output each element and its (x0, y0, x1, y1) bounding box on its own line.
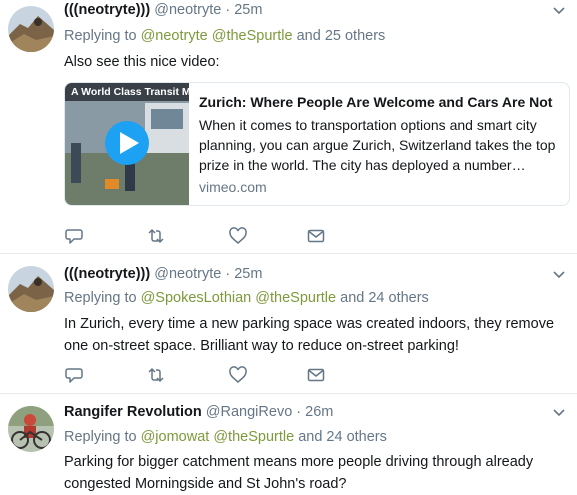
envelope-icon[interactable] (306, 226, 326, 246)
link-card[interactable]: A World Class Transit Met Zurich: Where … (64, 82, 570, 206)
card-body: Zurich: Where People Are Welcome and Car… (199, 93, 561, 195)
envelope-icon[interactable] (306, 365, 326, 385)
tweet-header: (((neotryte))) @neotryte · 25m (64, 266, 262, 282)
mention-link[interactable]: @theSpurtle (255, 290, 336, 306)
reply-icon[interactable] (64, 365, 84, 385)
tweet-actions (64, 226, 364, 246)
replying-to-label: Replying to (64, 290, 137, 306)
card-title[interactable]: Zurich: Where People Are Welcome and Car… (199, 93, 561, 111)
chevron-down-icon[interactable] (551, 2, 567, 18)
tweet-actions (64, 365, 364, 385)
display-name[interactable]: (((neotryte))) (64, 266, 150, 282)
tweet[interactable]: (((neotryte))) @neotryte · 25m Replying … (0, 254, 577, 394)
avatar[interactable] (8, 266, 54, 312)
tweet-text: Parking for bigger catchment means more … (64, 454, 534, 492)
tweet-header: (((neotryte))) @neotryte · 25m (64, 2, 262, 18)
avatar[interactable] (8, 6, 54, 52)
replying-to-others[interactable]: and 24 others (298, 429, 387, 445)
card-domain: vimeo.com (199, 179, 267, 195)
display-name[interactable]: Rangifer Revolution (64, 404, 202, 420)
timestamp[interactable]: · 26m (296, 404, 333, 420)
replying-to-others[interactable]: and 25 others (297, 28, 386, 44)
replying-to-label: Replying to (64, 28, 137, 44)
video-thumbnail[interactable]: A World Class Transit Met (65, 83, 189, 205)
tweet[interactable]: Rangifer Revolution @RangiRevo · 26m Rep… (0, 394, 577, 494)
chevron-down-icon[interactable] (551, 404, 567, 420)
timestamp[interactable]: · 25m (225, 266, 262, 282)
heart-icon[interactable] (228, 226, 248, 246)
mention-link[interactable]: @theSpurtle (212, 28, 293, 44)
replying-to: Replying to @jomowat @theSpurtle and 24 … (64, 429, 387, 445)
user-handle[interactable]: @neotryte (154, 2, 221, 18)
retweet-icon[interactable] (146, 226, 166, 246)
tweet-text: Also see this nice video: (64, 54, 220, 70)
tweet-header: Rangifer Revolution @RangiRevo · 26m (64, 404, 333, 420)
heart-icon[interactable] (228, 365, 248, 385)
timestamp[interactable]: · 25m (225, 2, 262, 18)
reply-icon[interactable] (64, 226, 84, 246)
thumbnail-caption: A World Class Transit Met (71, 86, 189, 98)
user-handle[interactable]: @RangiRevo (206, 404, 292, 420)
mention-link[interactable]: @theSpurtle (213, 429, 294, 445)
chevron-down-icon[interactable] (551, 266, 567, 282)
replying-to: Replying to @neotryte @theSpurtle and 25… (64, 28, 385, 44)
replying-to: Replying to @SpokesLothian @theSpurtle a… (64, 290, 429, 306)
retweet-icon[interactable] (146, 365, 166, 385)
mention-link[interactable]: @neotryte (141, 28, 208, 44)
replying-to-label: Replying to (64, 429, 137, 445)
replying-to-others[interactable]: and 24 others (340, 290, 429, 306)
avatar[interactable] (8, 406, 54, 452)
user-handle[interactable]: @neotryte (154, 266, 221, 282)
mention-link[interactable]: @SpokesLothian (141, 290, 252, 306)
mention-link[interactable]: @jomowat (141, 429, 210, 445)
display-name[interactable]: (((neotryte))) (64, 2, 150, 18)
card-description: When it comes to transportation options … (199, 117, 556, 173)
tweet-text: In Zurich, every time a new parking spac… (64, 316, 555, 354)
tweet[interactable]: (((neotryte))) @neotryte · 25m Replying … (0, 0, 577, 254)
